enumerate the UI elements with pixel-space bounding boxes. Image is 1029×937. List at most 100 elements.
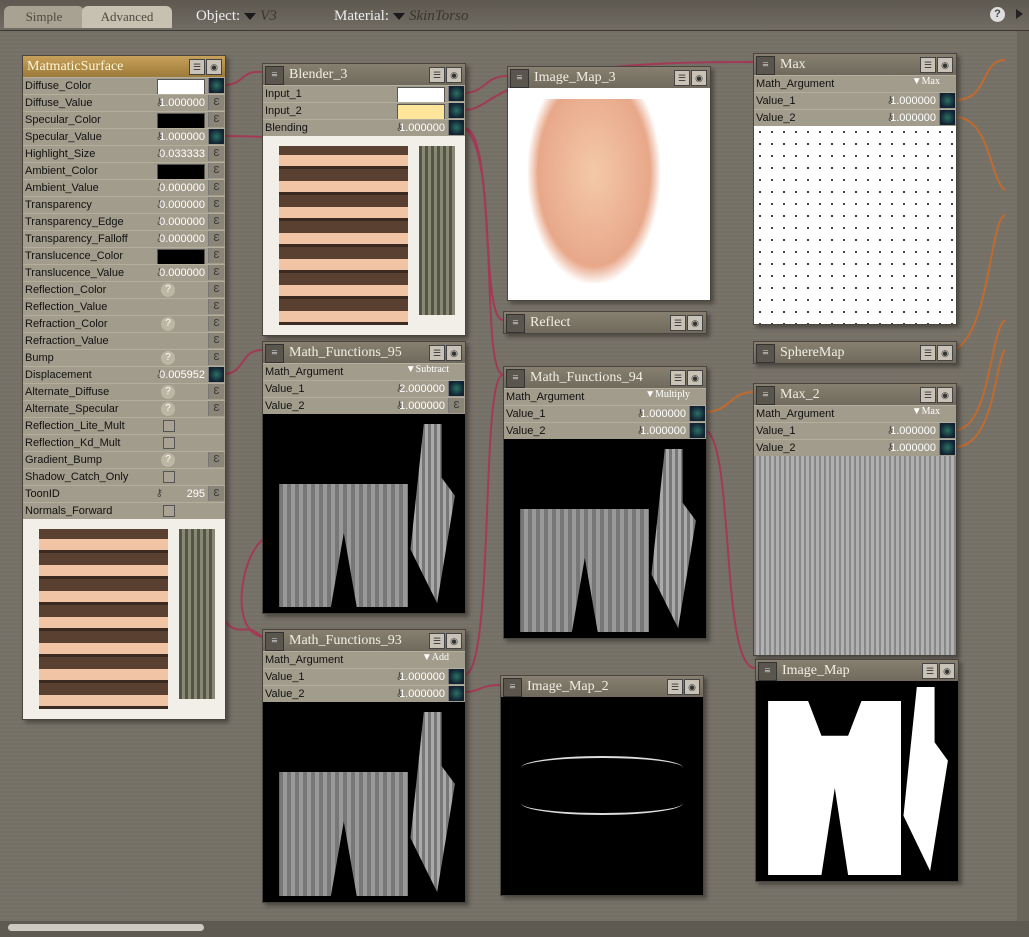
node-options-icon[interactable]: ☰ (667, 679, 683, 695)
param-row[interactable]: Transparency_Edge ⚷ 0.000000 Ɛ (23, 213, 225, 230)
plug-icon[interactable]: Ɛ (208, 384, 224, 399)
color-swatch[interactable] (157, 113, 205, 129)
param-row[interactable]: Value_1 ⚷ 1.000000 (263, 668, 465, 685)
node-max2[interactable]: ≡ Max_2 ☰ ◉ Math_Argument ▼Max Value_1 ⚷ 1.00000… (753, 383, 957, 656)
node-max[interactable]: ≡ Max ☰ ◉ Math_Argument ▼Max Value_1 ⚷ 1.000000 V… (753, 53, 957, 325)
param-row[interactable]: Math_Argument ▼Max (754, 75, 956, 92)
node-collapse-icon[interactable]: ≡ (506, 314, 525, 333)
node-collapse-icon[interactable]: ≡ (510, 69, 529, 88)
param-row[interactable]: Reflection_Color? Ɛ (23, 281, 225, 298)
node-options-icon[interactable]: ☰ (920, 387, 936, 403)
param-row[interactable]: Shadow_Catch_Only (23, 468, 225, 485)
node-header[interactable]: ≡ Math_Functions_94 ☰ ◉ (504, 367, 706, 388)
preview-eye-icon[interactable]: ◉ (446, 345, 462, 361)
connected-plug-icon[interactable] (939, 440, 955, 455)
plug-icon[interactable]: Ɛ (208, 265, 224, 280)
question-icon[interactable]: ? (161, 402, 175, 416)
plug-icon[interactable]: Ɛ (208, 299, 224, 314)
param-row[interactable]: Math_Argument ▼Add (263, 651, 465, 668)
preview-eye-icon[interactable]: ◉ (687, 315, 703, 331)
argument-dropdown[interactable]: ▼Subtract (406, 364, 449, 375)
plug-icon[interactable]: Ɛ (208, 282, 224, 297)
param-row[interactable]: Gradient_Bump? Ɛ (23, 451, 225, 468)
tab-simple[interactable]: Simple (4, 6, 84, 28)
param-value[interactable]: 1.000000 (890, 93, 936, 109)
node-options-icon[interactable]: ☰ (920, 57, 936, 73)
param-value[interactable]: 0.005952 (159, 367, 205, 383)
plug-icon[interactable]: Ɛ (208, 214, 224, 229)
node-header[interactable]: ≡ Reflect ☰ ◉ (504, 312, 706, 333)
preview-eye-icon[interactable]: ◉ (446, 633, 462, 649)
node-header[interactable]: ≡ Max ☰ ◉ (754, 54, 956, 75)
scrollbar-thumb[interactable] (8, 924, 204, 931)
param-value[interactable]: 0.033333 (159, 146, 205, 162)
param-value[interactable]: 0.000000 (159, 197, 205, 213)
param-row[interactable]: Ambient_Value ⚷ 0.000000 Ɛ (23, 179, 225, 196)
horizontal-scrollbar[interactable] (0, 921, 1029, 937)
param-row[interactable]: Value_2 ⚷ 1.000000 (504, 422, 706, 439)
color-swatch[interactable] (157, 164, 205, 180)
plug-icon[interactable]: Ɛ (208, 452, 224, 467)
node-mf93[interactable]: ≡ Math_Functions_93 ☰ ◉ Math_Argument ▼Add Val… (262, 629, 466, 903)
param-row[interactable]: Input_2 (263, 102, 465, 120)
connected-plug-icon[interactable] (939, 423, 955, 438)
node-collapse-icon[interactable]: ≡ (506, 369, 525, 388)
node-mf94[interactable]: ≡ Math_Functions_94 ☰ ◉ Math_Argument ▼Multip… (503, 366, 707, 639)
material-selector[interactable]: Material: SkinTorso (334, 6, 468, 26)
checkbox[interactable] (163, 471, 175, 483)
node-options-icon[interactable]: ☰ (429, 345, 445, 361)
param-row[interactable]: Specular_Value ⚷ 1.000000 (23, 128, 225, 145)
preview-eye-icon[interactable]: ◉ (939, 663, 955, 679)
param-row[interactable]: Transparency_Falloff ⚷ 0.000000 Ɛ (23, 230, 225, 247)
connected-plug-icon[interactable] (208, 129, 224, 144)
param-row[interactable]: Value_2 ⚷ 1.000000 Ɛ (263, 397, 465, 414)
plug-icon[interactable]: Ɛ (208, 486, 224, 501)
plug-icon[interactable]: Ɛ (208, 401, 224, 416)
connected-plug-icon[interactable] (689, 423, 705, 438)
plug-icon[interactable]: Ɛ (448, 398, 464, 413)
node-imagemap[interactable]: ≡ Image_Map ☰ ◉ (755, 659, 959, 882)
color-swatch[interactable] (157, 249, 205, 265)
plug-icon[interactable]: Ɛ (208, 197, 224, 212)
node-collapse-icon[interactable]: ≡ (756, 344, 775, 363)
plug-icon[interactable]: Ɛ (208, 316, 224, 331)
color-swatch[interactable] (157, 79, 205, 95)
param-value[interactable]: 0.000000 (159, 214, 205, 230)
preview-eye-icon[interactable]: ◉ (684, 679, 700, 695)
param-row[interactable]: Transparency ⚷ 0.000000 Ɛ (23, 196, 225, 213)
preview-eye-icon[interactable]: ◉ (691, 70, 707, 86)
node-options-icon[interactable]: ☰ (429, 67, 445, 83)
param-value[interactable]: 1.000000 (399, 398, 445, 414)
node-options-icon[interactable]: ☰ (920, 345, 936, 361)
node-header[interactable]: ≡ Image_Map_2 ☰ ◉ (501, 676, 703, 697)
node-collapse-icon[interactable]: ≡ (756, 56, 775, 75)
param-value[interactable]: 1.000000 (399, 686, 445, 702)
param-row[interactable]: Value_1 ⚷ 1.000000 (504, 405, 706, 422)
node-spheremap[interactable]: ≡ SphereMap ☰ ◉ (753, 341, 957, 364)
param-value[interactable]: 1.000000 (890, 110, 936, 126)
checkbox[interactable] (163, 420, 175, 432)
node-blender3[interactable]: ≡ Blender_3 ☰ ◉ Input_1 Input_2 Blending ⚷ 1.000… (262, 63, 466, 336)
param-value[interactable]: 1.000000 (640, 406, 686, 422)
node-mf95[interactable]: ≡ Math_Functions_95 ☰ ◉ Math_Argument ▼Subtra… (262, 341, 466, 614)
param-value[interactable]: 1.000000 (399, 120, 445, 136)
param-row[interactable]: Refraction_Value Ɛ (23, 332, 225, 349)
param-row[interactable]: Math_Argument ▼Subtract (263, 363, 465, 380)
node-collapse-icon[interactable]: ≡ (265, 632, 284, 651)
argument-dropdown[interactable]: ▼Max (912, 406, 940, 417)
param-row[interactable]: Value_1 ⚷ 2.000000 (263, 380, 465, 397)
param-value[interactable]: 0.000000 (159, 231, 205, 247)
question-icon[interactable]: ? (161, 385, 175, 399)
checkbox[interactable] (163, 437, 175, 449)
color-swatch[interactable] (397, 87, 445, 103)
color-swatch[interactable] (397, 104, 445, 120)
param-row[interactable]: Value_2 ⚷ 1.000000 (754, 439, 956, 456)
preview-eye-icon[interactable]: ◉ (687, 370, 703, 386)
param-value[interactable]: 1.000000 (399, 669, 445, 685)
param-row[interactable]: Translucence_Color Ɛ (23, 247, 225, 265)
connected-plug-icon[interactable] (448, 686, 464, 701)
param-value[interactable]: 1.000000 (890, 423, 936, 439)
node-header[interactable]: ≡ Blender_3 ☰ ◉ (263, 64, 465, 85)
param-value[interactable]: 1.000000 (890, 440, 936, 456)
connected-plug-icon[interactable] (448, 86, 464, 101)
